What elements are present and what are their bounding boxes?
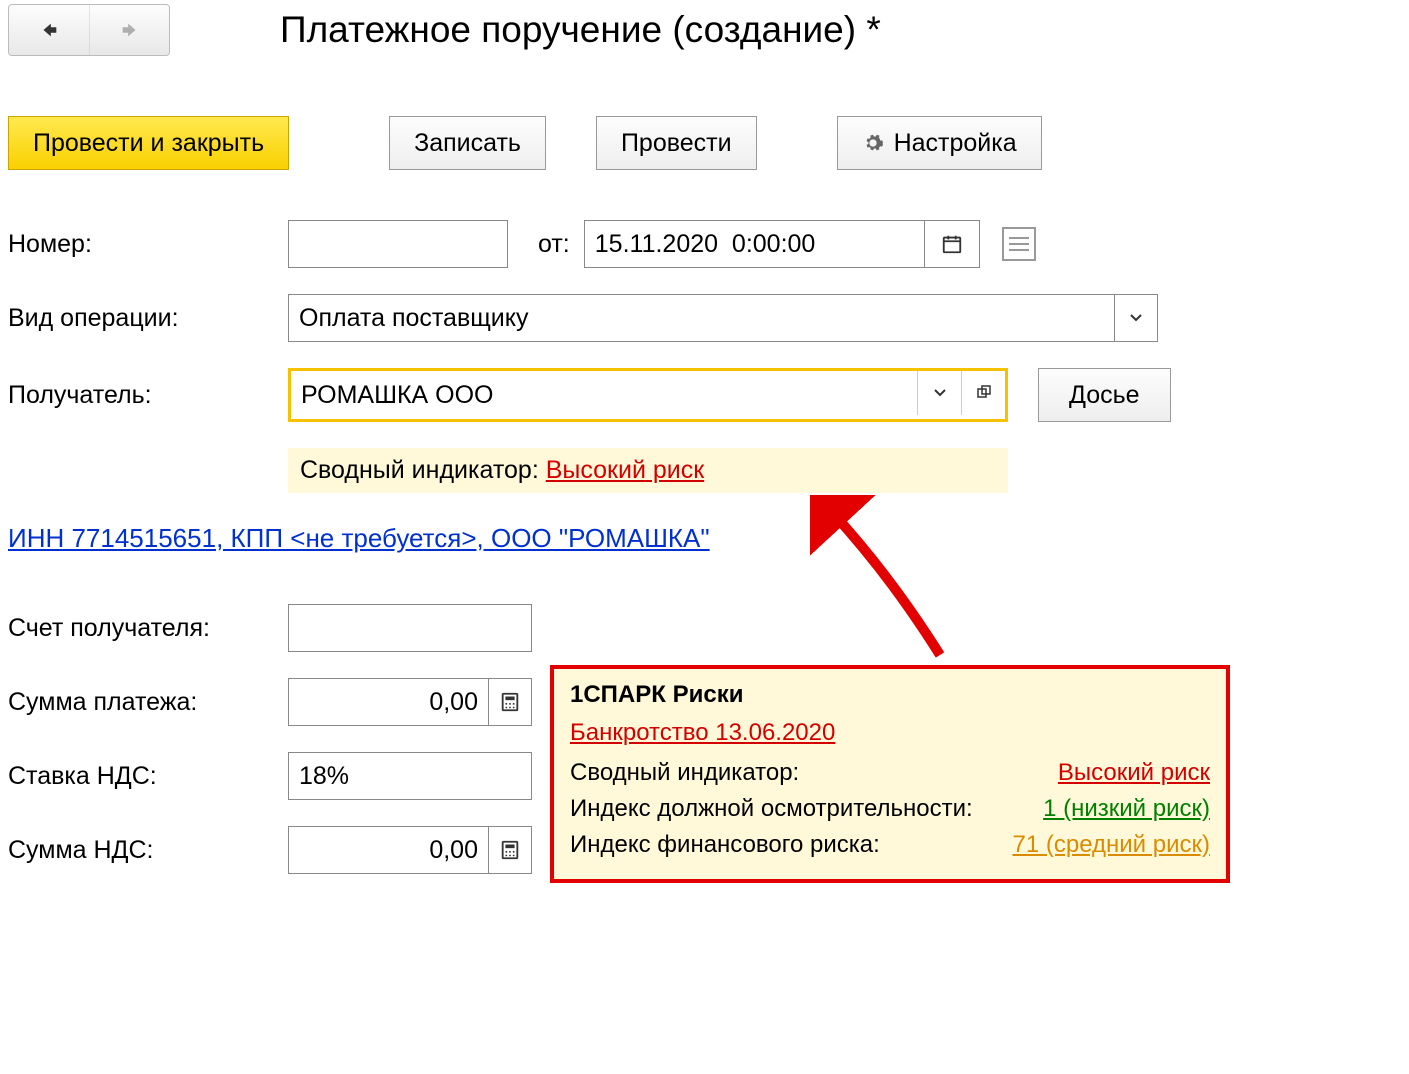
popup-due-value[interactable]: 1 (низкий риск) bbox=[1043, 795, 1210, 823]
vat-rate-label: Ставка НДС: bbox=[8, 762, 288, 791]
inn-kpp-link[interactable]: ИНН 7714515651, КПП <не требуется>, ООО … bbox=[8, 523, 710, 554]
forward-button[interactable] bbox=[89, 5, 169, 55]
post-and-close-button[interactable]: Провести и закрыть bbox=[8, 116, 289, 170]
popup-fin-label: Индекс финансового риска: bbox=[570, 831, 880, 859]
write-button[interactable]: Записать bbox=[389, 116, 546, 170]
calendar-button[interactable] bbox=[924, 220, 980, 268]
calculator-icon bbox=[499, 691, 521, 713]
calculator-button[interactable] bbox=[488, 826, 532, 874]
chevron-down-icon bbox=[1130, 314, 1142, 322]
indicator-label: Сводный индикатор: bbox=[300, 456, 546, 484]
gear-icon bbox=[862, 132, 884, 154]
open-icon bbox=[976, 385, 992, 401]
payment-amount-label: Сумма платежа: bbox=[8, 688, 288, 717]
recipient-open-button[interactable] bbox=[961, 371, 1005, 415]
page-title: Платежное поручение (создание) * bbox=[280, 9, 881, 51]
op-type-input[interactable] bbox=[288, 294, 1114, 342]
number-label: Номер: bbox=[8, 230, 288, 259]
settings-label: Настройка bbox=[894, 129, 1017, 158]
popup-due-label: Индекс должной осмотрительности: bbox=[570, 795, 973, 823]
number-input[interactable] bbox=[288, 220, 508, 268]
arrow-left-icon bbox=[38, 19, 60, 41]
popup-summary-label: Сводный индикатор: bbox=[570, 759, 799, 787]
settings-button[interactable]: Настройка bbox=[837, 116, 1042, 170]
recipient-account-label: Счет получателя: bbox=[8, 614, 288, 643]
calendar-icon bbox=[941, 233, 963, 255]
back-button[interactable] bbox=[9, 5, 89, 55]
popup-title: 1СПАРК Риски bbox=[570, 681, 1210, 709]
popup-summary-value[interactable]: Высокий риск bbox=[1058, 759, 1210, 787]
indicator-value-link[interactable]: Высокий риск bbox=[546, 456, 704, 484]
recipient-input[interactable] bbox=[291, 371, 917, 419]
list-button[interactable] bbox=[1002, 227, 1036, 261]
chevron-down-icon bbox=[934, 389, 946, 397]
date-input[interactable] bbox=[584, 220, 924, 268]
popup-fin-value[interactable]: 71 (средний риск) bbox=[1012, 831, 1210, 859]
vat-amount-input[interactable] bbox=[288, 826, 488, 874]
calculator-button[interactable] bbox=[488, 678, 532, 726]
calculator-icon bbox=[499, 839, 521, 861]
post-button[interactable]: Провести bbox=[596, 116, 757, 170]
op-type-label: Вид операции: bbox=[8, 304, 288, 333]
vat-amount-label: Сумма НДС: bbox=[8, 836, 288, 865]
recipient-dropdown-button[interactable] bbox=[917, 371, 961, 415]
vat-rate-input[interactable] bbox=[288, 752, 532, 800]
recipient-label: Получатель: bbox=[8, 381, 288, 410]
from-label: от: bbox=[538, 230, 570, 259]
toolbar: Провести и закрыть Записать Провести Нас… bbox=[8, 116, 1401, 170]
nav-buttons bbox=[8, 4, 170, 56]
op-type-dropdown-button[interactable] bbox=[1114, 294, 1158, 342]
dossier-button[interactable]: Досье bbox=[1038, 368, 1171, 422]
recipient-account-input[interactable] bbox=[288, 604, 532, 652]
arrow-right-icon bbox=[119, 19, 141, 41]
popup-bankruptcy-link[interactable]: Банкротство 13.06.2020 bbox=[570, 719, 835, 747]
payment-amount-input[interactable] bbox=[288, 678, 488, 726]
indicator-strip: Сводный индикатор: Высокий риск bbox=[288, 448, 1008, 493]
spark-risk-popup: 1СПАРК Риски Банкротство 13.06.2020 Свод… bbox=[550, 665, 1230, 883]
